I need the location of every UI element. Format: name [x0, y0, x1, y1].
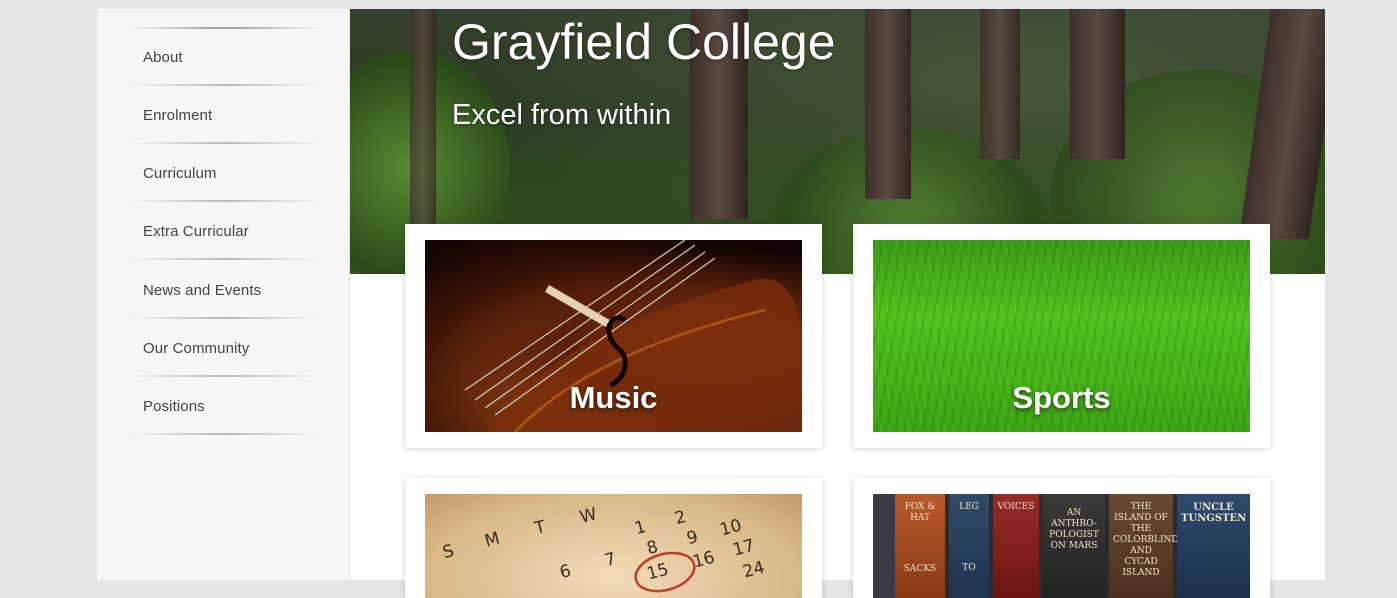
card-caption: Music [569, 380, 658, 415]
nav-item-label: Curriculum [143, 164, 217, 182]
calendar-number: W [577, 504, 600, 528]
book-spine: FOX & HAT SACKS [895, 494, 945, 598]
nav-item-label: Our Community [143, 339, 250, 357]
calendar-number: M [482, 528, 503, 552]
book-title: SACKS [903, 564, 937, 574]
calendar-number: S [440, 540, 457, 564]
book-title: VOICES [997, 502, 1035, 512]
book-title: AN ANTHRO- POLOGIST ON MARS [1049, 508, 1099, 551]
nav-item-curriculum[interactable]: Curriculum [127, 144, 322, 202]
nav-item-positions[interactable]: Positions [127, 377, 322, 435]
book-title: LEG [959, 502, 979, 512]
nav-item-news-and-events[interactable]: News and Events [127, 261, 322, 319]
date-circle-mark [634, 551, 696, 593]
books-image: FOX & HAT SACKS LEG TO VOICES AN ANTHRO-… [873, 494, 1250, 598]
card-books[interactable]: FOX & HAT SACKS LEG TO VOICES AN ANTHRO-… [853, 478, 1270, 598]
book-title: THE ISLAND OF THE COLORBLIND AND CYCAD I… [1113, 502, 1179, 578]
book-spine: VOICES [993, 494, 1039, 598]
book-spine: AN ANTHRO- POLOGIST ON MARS [1043, 494, 1105, 598]
nav-item-label: Enrolment [143, 106, 213, 124]
book-spine: LEG TO [949, 494, 989, 598]
nav-item-our-community[interactable]: Our Community [127, 319, 322, 377]
calendar-number: 17 [730, 535, 757, 561]
nav-item-enrolment[interactable]: Enrolment [127, 86, 322, 144]
card-caption: Sports [1012, 380, 1111, 415]
page-container: About Enrolment Curriculum Extra Curricu… [97, 9, 1325, 598]
calendar-number: 9 [684, 526, 701, 550]
music-image: Music [425, 240, 802, 432]
card-music[interactable]: Music [405, 224, 822, 448]
book-spine: THE ISLAND OF THE COLORBLIND AND CYCAD I… [1109, 494, 1179, 598]
site-tagline: Excel from within [452, 99, 672, 131]
tree-trunk [1070, 9, 1125, 159]
nav-item-label: News and Events [143, 281, 262, 299]
calendar-number: 24 [740, 557, 767, 583]
card-calendar[interactable]: S M T W 1 2 9 10 6 7 8 15 16 17 24 [405, 478, 822, 598]
calendar-number: 10 [717, 515, 744, 541]
nav-divider [127, 258, 322, 260]
book-spine [873, 494, 895, 598]
nav-item-about[interactable]: About [127, 28, 322, 86]
calendar-number: T [532, 516, 548, 540]
calendar-number: 2 [672, 506, 689, 530]
nav-divider [127, 433, 322, 435]
nav-item-label: About [143, 48, 183, 66]
calendar-image: S M T W 1 2 9 10 6 7 8 15 16 17 24 [425, 494, 802, 598]
grass-image: Sports [873, 240, 1250, 432]
card-sports[interactable]: Sports [853, 224, 1270, 448]
site-title: Grayfield College [452, 14, 836, 70]
sidebar-nav: About Enrolment Curriculum Extra Curricu… [97, 9, 350, 580]
tree-trunk [865, 9, 911, 199]
book-title: FOX & HAT [904, 502, 936, 523]
nav-item-label: Positions [143, 397, 205, 415]
book-title: UNCLE TUNGSTEN [1181, 502, 1247, 524]
book-spine: UNCLE TUNGSTEN [1177, 494, 1250, 598]
nav-item-label: Extra Curricular [143, 222, 249, 240]
tree-trunk [980, 9, 1020, 159]
nav-item-extra-curricular[interactable]: Extra Curricular [127, 202, 322, 260]
calendar-number: 7 [602, 548, 619, 572]
book-title: TO [962, 563, 976, 573]
calendar-number: 1 [632, 516, 649, 540]
